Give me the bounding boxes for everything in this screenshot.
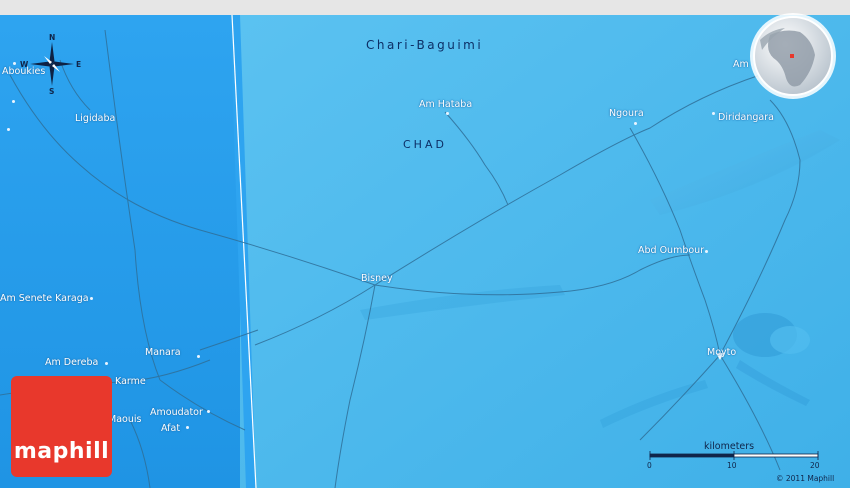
place-label[interactable]: Diridangara	[718, 112, 774, 123]
scale-tick-label: 0	[647, 461, 652, 470]
compass-east-label: E	[76, 60, 82, 69]
place-label[interactable]: Karme	[115, 376, 146, 387]
place-dot	[13, 62, 16, 65]
scale-tick-label: 20	[810, 461, 820, 470]
place-dot	[197, 355, 200, 358]
place-dot	[90, 297, 93, 300]
scale-tick-label: 10	[727, 461, 737, 470]
country-label: CHAD	[403, 138, 447, 151]
place-label[interactable]: Am	[733, 59, 749, 70]
place-dot	[12, 100, 15, 103]
place-label[interactable]: Aboukies	[2, 66, 45, 77]
region-label: Chari-Baguimi	[366, 38, 484, 52]
locator-marker	[790, 54, 794, 58]
map-view[interactable]: N S E W Chari-Baguimi CHAD Aboukies Ligi…	[0, 0, 850, 488]
place-label[interactable]: Bisney	[361, 273, 393, 284]
place-label[interactable]: Ngoura	[609, 108, 644, 119]
place-label[interactable]: Ligidaba	[75, 113, 115, 124]
place-dot	[446, 112, 449, 115]
place-dot	[186, 426, 189, 429]
place-label[interactable]: Afat	[161, 423, 180, 434]
locator-globe	[750, 13, 836, 99]
place-dot	[705, 250, 708, 253]
place-dot	[634, 122, 637, 125]
place-label[interactable]: Amoudator	[150, 407, 203, 418]
place-label[interactable]: Am Dereba	[45, 357, 98, 368]
compass-south-label: S	[49, 87, 55, 96]
place-label[interactable]: Abd Oumbour	[638, 245, 704, 256]
place-dot	[7, 128, 10, 131]
place-dot	[712, 112, 715, 115]
compass-north-label: N	[49, 33, 56, 42]
place-label[interactable]: Maouis	[108, 414, 141, 425]
maphill-logo[interactable]: maphill	[11, 376, 112, 477]
place-label[interactable]: Manara	[145, 347, 181, 358]
right-land-panel	[230, 15, 850, 488]
place-dot	[105, 362, 108, 365]
place-label[interactable]: Am Hataba	[419, 99, 472, 110]
scale-title: kilometers	[704, 441, 755, 452]
copyright-text: © 2011 Maphill	[776, 474, 835, 483]
logo-text: maphill	[13, 439, 110, 464]
place-label[interactable]: Moyto	[707, 347, 736, 358]
place-label[interactable]: Am Senete Karaga	[0, 293, 89, 304]
place-dot	[207, 410, 210, 413]
